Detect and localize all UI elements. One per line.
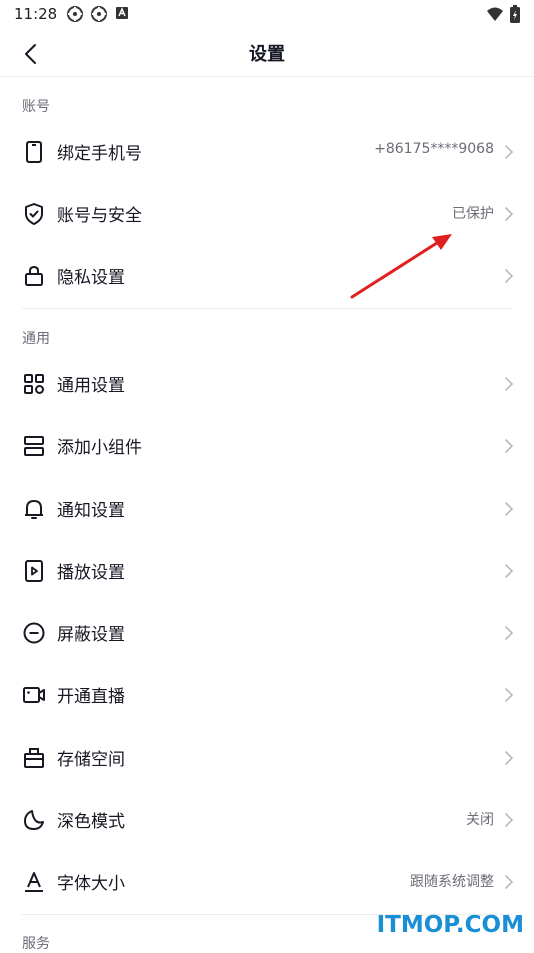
row-label: 账号与安全 bbox=[57, 206, 142, 226]
settings-row-playback[interactable]: 播放设置 bbox=[0, 540, 534, 602]
status-notification-icons bbox=[66, 5, 130, 23]
row-label: 存储空间 bbox=[57, 750, 125, 770]
row-value: 关闭 bbox=[466, 812, 494, 828]
chevron-right-icon bbox=[505, 377, 514, 391]
status-system-icons bbox=[486, 5, 520, 23]
play-icon bbox=[25, 560, 43, 582]
settings-row-storage[interactable]: 存储空间 bbox=[0, 727, 534, 789]
section-header-service: 服务 bbox=[22, 936, 50, 952]
settings-row-live[interactable]: 开通直播 bbox=[0, 664, 534, 726]
settings-row-dark-mode[interactable]: 深色模式 关闭 bbox=[0, 789, 534, 851]
moon-icon bbox=[24, 810, 44, 830]
chevron-right-icon bbox=[505, 875, 514, 889]
section-divider bbox=[22, 308, 512, 309]
chevron-right-icon bbox=[505, 145, 514, 159]
section-header-general: 通用 bbox=[22, 331, 50, 347]
chevron-right-icon bbox=[505, 439, 514, 453]
chevron-right-icon bbox=[505, 564, 514, 578]
section-header-account: 账号 bbox=[22, 99, 50, 115]
annotation-arrow bbox=[350, 234, 452, 299]
row-label: 播放设置 bbox=[57, 563, 125, 583]
battery-icon bbox=[510, 5, 520, 23]
settings-row-notification[interactable]: 通知设置 bbox=[0, 478, 534, 540]
chevron-right-icon bbox=[505, 751, 514, 765]
chevron-right-icon bbox=[505, 502, 514, 516]
row-label: 隐私设置 bbox=[57, 268, 125, 288]
row-value: 已保护 bbox=[452, 206, 494, 222]
row-value: 跟随系统调整 bbox=[410, 874, 494, 890]
row-label: 绑定手机号 bbox=[57, 144, 142, 164]
lock-icon bbox=[25, 265, 43, 286]
app-notification-icon bbox=[91, 6, 107, 22]
status-time: 11:28 bbox=[14, 5, 58, 23]
shield-icon bbox=[25, 203, 43, 225]
settings-row-bind-phone[interactable]: 绑定手机号 +86175****9068 bbox=[0, 121, 534, 183]
chevron-right-icon bbox=[505, 207, 514, 221]
storage-icon bbox=[24, 748, 44, 768]
chevron-right-icon bbox=[505, 688, 514, 702]
settings-row-font-size[interactable]: 字体大小 跟随系统调整 bbox=[0, 851, 534, 913]
row-label: 通用设置 bbox=[57, 376, 125, 396]
chevron-right-icon bbox=[505, 269, 514, 283]
text-notification-icon bbox=[116, 7, 128, 19]
camera-icon bbox=[23, 687, 45, 703]
bell-icon bbox=[25, 500, 43, 519]
row-label: 开通直播 bbox=[57, 687, 125, 707]
block-icon bbox=[23, 622, 45, 644]
chevron-right-icon bbox=[505, 813, 514, 827]
row-label: 通知设置 bbox=[57, 501, 125, 521]
phone-icon bbox=[26, 141, 42, 163]
app-notification-icon bbox=[67, 6, 83, 22]
wifi-icon bbox=[487, 7, 503, 21]
chevron-right-icon bbox=[505, 626, 514, 640]
font-icon bbox=[25, 872, 43, 892]
row-label: 字体大小 bbox=[57, 874, 125, 894]
row-value: +86175****9068 bbox=[374, 141, 494, 157]
navigation-bar: 设置 bbox=[0, 28, 534, 77]
row-label: 深色模式 bbox=[57, 812, 125, 832]
watermark: ITMOP.COM bbox=[376, 912, 524, 938]
page-title: 设置 bbox=[249, 44, 285, 65]
settings-row-block[interactable]: 屏蔽设置 bbox=[0, 602, 534, 664]
row-label: 屏蔽设置 bbox=[57, 625, 125, 645]
status-bar: 11:28 bbox=[0, 0, 534, 28]
settings-row-general[interactable]: 通用设置 bbox=[0, 353, 534, 415]
widget-icon bbox=[24, 436, 44, 456]
settings-row-add-widget[interactable]: 添加小组件 bbox=[0, 415, 534, 477]
grid-icon bbox=[24, 374, 44, 394]
row-label: 添加小组件 bbox=[57, 438, 142, 458]
